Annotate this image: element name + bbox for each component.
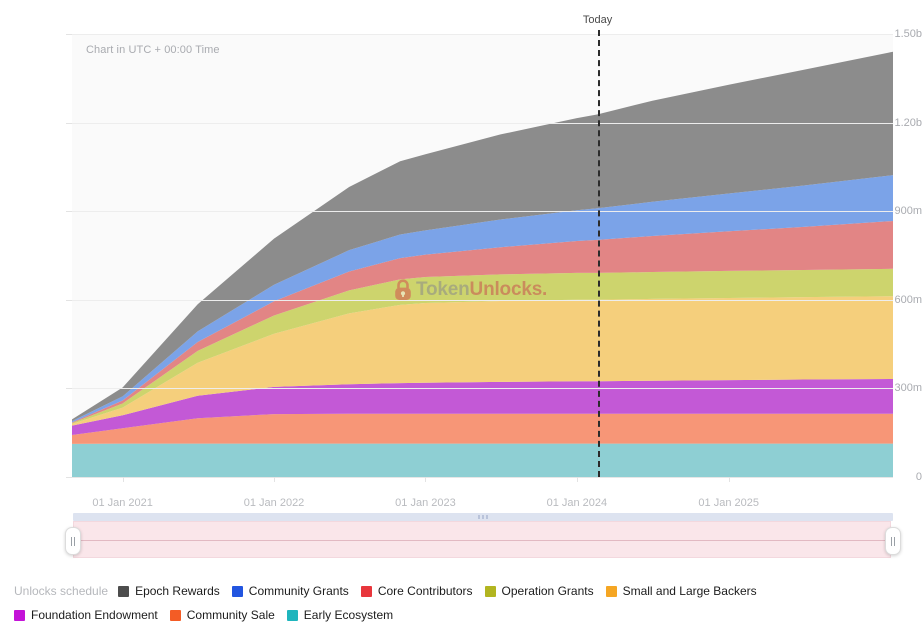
legend-swatch <box>286 609 298 621</box>
gridline <box>72 211 893 213</box>
legend-item-label: Community Grants <box>248 584 349 598</box>
gridline <box>72 388 893 390</box>
legend-item-label: Operation Grants <box>501 584 594 598</box>
range-preview[interactable] <box>73 521 891 558</box>
y-axis-tick <box>66 122 72 124</box>
range-series-line <box>74 539 890 541</box>
range-track-grip-icon <box>478 515 488 519</box>
plot-area: Chart in UTC + 00:00 Time <box>72 34 893 477</box>
y-axis-tick <box>66 477 72 478</box>
y-axis-tick <box>66 299 72 301</box>
y-axis <box>0 0 66 500</box>
y-axis-tick-label: 1.50b <box>894 28 922 40</box>
x-axis-tick-label: 01 Jan 2025 <box>698 497 759 509</box>
y-axis-tick-label: 600m <box>894 293 922 306</box>
y-axis-tick <box>66 34 72 35</box>
x-axis-tick-label: 01 Jan 2021 <box>92 497 153 509</box>
x-axis-tick <box>425 477 427 482</box>
y-axis-tick-label: 900m <box>894 205 922 218</box>
x-axis-tick <box>274 477 276 482</box>
legend-swatch <box>231 585 243 597</box>
range-handle-right[interactable] <box>885 527 901 555</box>
legend-swatch <box>484 585 496 597</box>
grip-icon <box>891 536 895 546</box>
gridline <box>72 34 893 35</box>
x-axis-tick <box>122 477 124 482</box>
legend-item-small-and-large-backers[interactable]: Small and Large Backers <box>605 584 757 598</box>
legend-item-label: Community Sale <box>186 608 275 622</box>
date-range-slider[interactable] <box>65 513 901 561</box>
legend-item-early-ecosystem[interactable]: Early Ecosystem <box>286 608 394 622</box>
x-axis-tick-label: 01 Jan 2022 <box>243 497 305 509</box>
legend-swatch <box>169 609 181 621</box>
legend-item-label: Epoch Rewards <box>135 584 220 598</box>
area-series-early-ecosystem <box>72 443 893 477</box>
gridline <box>72 299 893 301</box>
legend-item-community-grants[interactable]: Community Grants <box>231 584 349 598</box>
legend-item-label: Core Contributors <box>377 584 473 598</box>
timezone-note: Chart in UTC + 00:00 Time <box>86 44 220 56</box>
legend-item-core-contributors[interactable]: Core Contributors <box>360 584 473 598</box>
range-handle-left[interactable] <box>65 527 81 555</box>
legend-item-foundation-endowment[interactable]: Foundation Endowment <box>14 608 158 622</box>
legend-swatch <box>14 609 25 621</box>
grip-icon <box>71 536 75 546</box>
legend-item-community-sale[interactable]: Community Sale <box>169 608 275 622</box>
y-axis-tick-label: 300m <box>894 382 922 395</box>
range-track[interactable] <box>73 513 893 521</box>
legend-swatch <box>118 585 130 597</box>
legend-title: Unlocks schedule <box>14 584 109 598</box>
legend-item-label: Foundation Endowment <box>31 608 158 622</box>
today-marker-label: Today <box>582 14 613 26</box>
stacked-area-series <box>72 51 893 477</box>
legend-item-label: Early Ecosystem <box>303 608 394 622</box>
legend-item-label: Small and Large Backers <box>622 584 757 598</box>
y-axis-tick-label: 0 <box>915 471 922 483</box>
x-axis-tick <box>576 477 578 482</box>
today-marker-line <box>597 30 600 477</box>
x-axis-tick <box>728 477 730 482</box>
y-axis-tick <box>66 388 72 390</box>
y-axis-tick-label: 1.20b <box>894 116 922 129</box>
legend: Unlocks schedule Epoch Rewards Community … <box>0 584 922 632</box>
plot-wrapper: Chart in UTC + 00:00 Time Token Unlocks. … <box>0 0 922 509</box>
y-axis-tick <box>66 211 72 213</box>
x-axis-tick-label: 01 Jan 2024 <box>546 497 608 509</box>
x-axis-line <box>72 477 893 478</box>
x-axis-tick-label: 01 Jan 2023 <box>395 497 456 509</box>
legend-swatch <box>360 585 372 597</box>
legend-item-epoch-rewards[interactable]: Epoch Rewards <box>118 584 220 598</box>
unlocks-schedule-chart: Chart in UTC + 00:00 Time Token Unlocks. … <box>0 0 922 639</box>
legend-item-operation-grants[interactable]: Operation Grants <box>484 584 594 598</box>
gridline <box>72 122 893 124</box>
legend-swatch <box>605 585 617 597</box>
